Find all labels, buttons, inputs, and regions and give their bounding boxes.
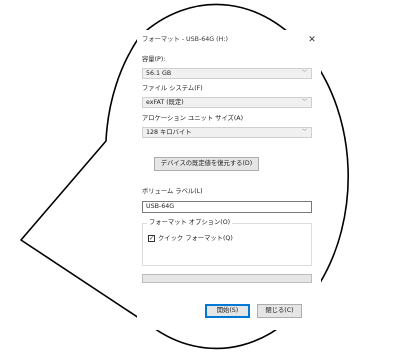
format-options-group [142, 223, 312, 266]
chevron-down-icon: ﹀ [301, 129, 307, 135]
filesystem-select[interactable]: exFAT (既定) ﹀ [142, 97, 312, 108]
checkmark-icon: ✓ [149, 235, 155, 242]
progress-bar [142, 274, 312, 283]
allocation-size-select[interactable]: 128 キロバイト ﹀ [142, 127, 312, 138]
allocation-size-value: 128 キロバイト [146, 129, 192, 136]
start-button[interactable]: 開始(S) [205, 304, 250, 318]
window-title: フォーマット - USB-64G (H:) [142, 36, 228, 43]
allocation-size-label: アロケーション ユニット サイズ(A) [142, 115, 244, 122]
close-icon[interactable]: ✕ [307, 35, 317, 45]
filesystem-label: ファイル システム(F) [142, 85, 203, 92]
capacity-select[interactable]: 56.1 GB ﹀ [142, 68, 312, 79]
capacity-value: 56.1 GB [146, 70, 172, 77]
format-options-title: フォーマット オプション(O) [147, 219, 233, 227]
close-button[interactable]: 閉じる(C) [257, 304, 302, 318]
format-dialog: フォーマット - USB-64G (H:) ✕ 容量(P): 56.1 GB ﹀… [137, 30, 321, 330]
restore-defaults-button[interactable]: デバイスの既定値を復元する(D) [154, 157, 259, 171]
chevron-down-icon: ﹀ [301, 99, 307, 105]
volume-label-input[interactable]: USB-64G [142, 201, 312, 213]
quick-format-label[interactable]: クイック フォーマット(Q) [158, 235, 233, 242]
chevron-down-icon: ﹀ [301, 70, 307, 76]
filesystem-value: exFAT (既定) [146, 99, 184, 106]
volume-label-label: ボリューム ラベル(L) [142, 188, 203, 195]
capacity-label: 容量(P): [142, 56, 166, 63]
quick-format-checkbox[interactable]: ✓ [148, 235, 155, 242]
